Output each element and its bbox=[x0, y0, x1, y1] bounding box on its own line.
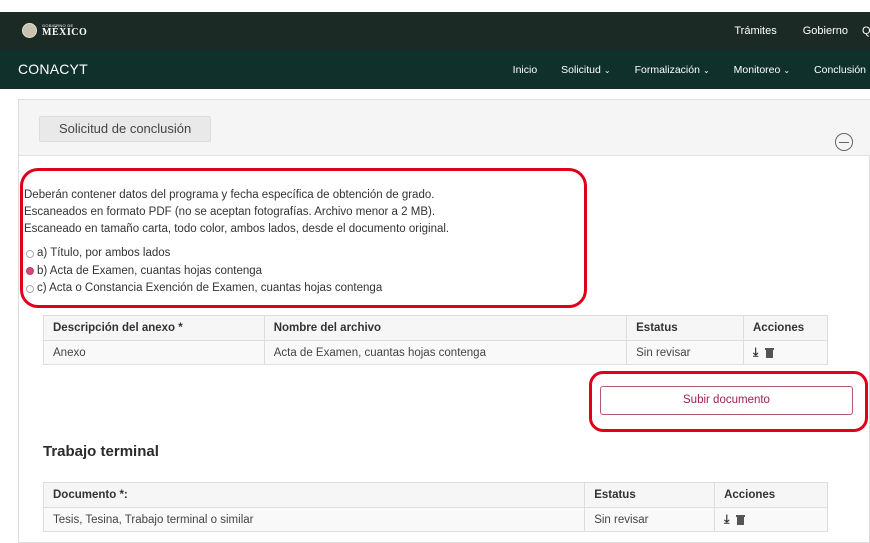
option-acta-examen[interactable]: b) Acta de Examen, cuantas hojas conteng… bbox=[26, 263, 382, 281]
instruction-line: Deberán contener datos del programa y fe… bbox=[24, 189, 435, 201]
document-name: Tesis, Tesina, Trabajo terminal o simila… bbox=[42, 507, 586, 532]
government-header: GOBIERNO DE MÉXICO Trámites Gobierno Q bbox=[0, 12, 870, 50]
document-actions: ⤓ bbox=[714, 507, 828, 532]
gobierno-de-mexico-logo[interactable]: GOBIERNO DE MÉXICO bbox=[22, 23, 87, 38]
table-row: Anexo Acta de Examen, cuantas hojas cont… bbox=[43, 340, 828, 365]
gov-link-tramites[interactable]: Trámites bbox=[734, 25, 776, 37]
radio-button[interactable] bbox=[26, 284, 34, 293]
column-header: Descripción del anexo * bbox=[43, 315, 265, 341]
minus-circle-icon[interactable] bbox=[835, 133, 853, 151]
document-status: Sin revisar bbox=[584, 507, 716, 532]
radio-button-checked[interactable] bbox=[26, 267, 34, 276]
annex-file-name: Acta de Examen, cuantas hojas contenga bbox=[263, 340, 628, 365]
nav-item-conclusion[interactable]: Conclusión bbox=[814, 64, 866, 76]
table-header-row: Documento *: Estatus Acciones bbox=[42, 482, 828, 508]
instructions: Deberán contener datos del programa y fe… bbox=[24, 187, 449, 238]
download-icon[interactable]: ⤓ bbox=[724, 512, 729, 527]
annex-status: Sin revisar bbox=[626, 340, 744, 365]
download-icon[interactable]: ⤓ bbox=[753, 345, 758, 360]
trash-icon[interactable] bbox=[736, 514, 746, 525]
column-header: Estatus bbox=[584, 482, 716, 508]
column-header: Documento *: bbox=[42, 482, 586, 508]
column-header: Acciones bbox=[743, 315, 828, 341]
column-header: Acciones bbox=[714, 482, 828, 508]
trabajo-terminal-title: Trabajo terminal bbox=[43, 443, 159, 460]
instruction-line: Escaneado en tamaño carta, todo color, a… bbox=[24, 223, 450, 235]
instruction-line: Escaneados en formato PDF (no se aceptan… bbox=[24, 206, 436, 218]
radio-button[interactable] bbox=[26, 249, 34, 258]
option-constancia-exencion[interactable]: c) Acta o Constancia Exención de Examen,… bbox=[26, 280, 382, 298]
option-label: c) Acta o Constancia Exención de Examen,… bbox=[37, 282, 383, 294]
chevron-down-icon: ⌄ bbox=[783, 65, 791, 75]
nav-item-inicio[interactable]: Inicio bbox=[513, 64, 538, 76]
column-header: Nombre del archivo bbox=[263, 315, 628, 341]
document-type-options: a) Título, por ambos lados b) Acta de Ex… bbox=[26, 245, 382, 298]
nav-item-monitoreo[interactable]: Monitoreo ⌄ bbox=[734, 64, 790, 76]
panel-header: Solicitud de conclusión bbox=[19, 100, 870, 156]
annex-description: Anexo bbox=[43, 340, 265, 365]
column-header: Estatus bbox=[626, 315, 744, 341]
search-icon[interactable]: Q bbox=[862, 25, 870, 37]
option-label: b) Acta de Examen, cuantas hojas conteng… bbox=[37, 264, 263, 277]
logo-big-text: MÉXICO bbox=[42, 26, 88, 38]
panel-title: Solicitud de conclusión bbox=[39, 116, 212, 142]
table-row: Tesis, Tesina, Trabajo terminal o simila… bbox=[42, 507, 828, 532]
chevron-down-icon: ⌄ bbox=[603, 65, 611, 75]
annex-table: Descripción del anexo * Nombre del archi… bbox=[43, 315, 828, 365]
option-label: a) Título, por ambos lados bbox=[37, 247, 171, 259]
table-header-row: Descripción del anexo * Nombre del archi… bbox=[43, 315, 828, 341]
national-seal-icon bbox=[22, 23, 37, 38]
gov-link-gobierno[interactable]: Gobierno bbox=[803, 25, 848, 37]
brand-name[interactable]: CONACYT bbox=[18, 61, 88, 77]
nav-item-solicitud[interactable]: Solicitud ⌄ bbox=[561, 64, 610, 76]
main-navbar: CONACYT Inicio Solicitud ⌄ Formalización ⌄… bbox=[0, 50, 870, 89]
upload-document-button[interactable]: Subir documento bbox=[600, 386, 853, 415]
annex-actions: ⤓ bbox=[743, 340, 828, 365]
trash-icon[interactable] bbox=[765, 347, 775, 358]
chevron-down-icon: ⌄ bbox=[702, 65, 710, 75]
trabajo-terminal-table: Documento *: Estatus Acciones Tesis, Tes… bbox=[42, 482, 828, 532]
nav-item-formalizacion[interactable]: Formalización ⌄ bbox=[635, 64, 710, 76]
option-titulo[interactable]: a) Título, por ambos lados bbox=[26, 245, 382, 263]
